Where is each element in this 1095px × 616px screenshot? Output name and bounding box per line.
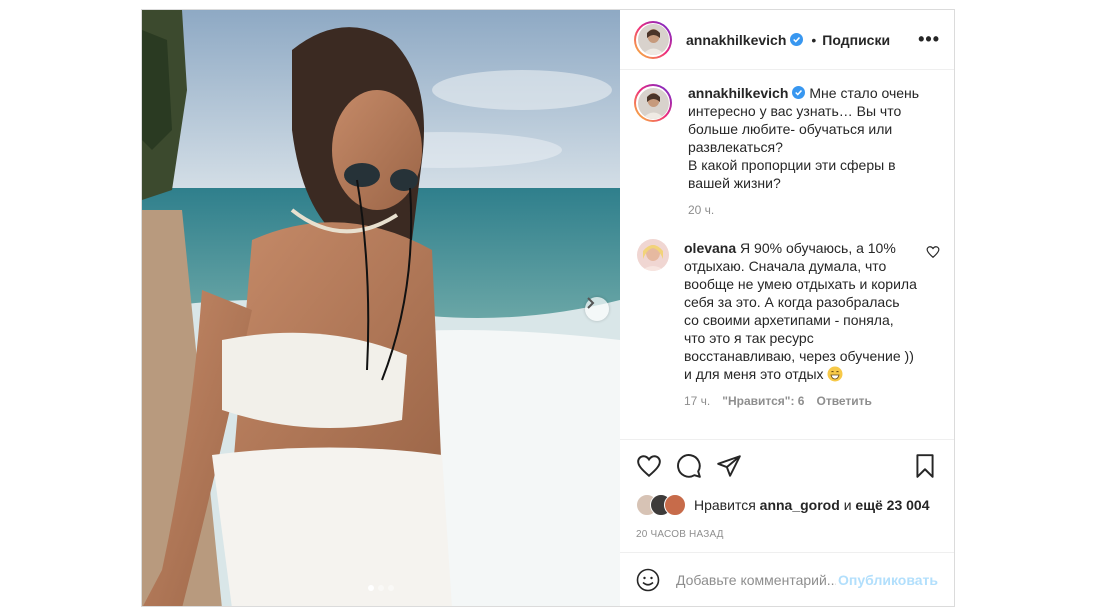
likes-count[interactable]: ещё 23 004 <box>855 497 929 513</box>
caption: annakhilkevich Мне стало очень интересно … <box>634 84 940 219</box>
liker-avatar <box>664 494 686 516</box>
emoji-picker-icon[interactable] <box>636 568 660 592</box>
comment-bubble-icon[interactable] <box>676 453 702 479</box>
comments-section: annakhilkevich Мне стало очень интересно … <box>620 70 954 439</box>
likes-middle: и <box>843 497 852 513</box>
avatar-image <box>637 239 669 271</box>
post-sidebar: annakhilkevich • Подписки ••• annakhilke… <box>620 10 954 606</box>
share-send-icon[interactable] <box>716 453 742 479</box>
commenter-avatar[interactable] <box>637 239 669 271</box>
comment-likes[interactable]: "Нравится": 6 <box>722 392 804 410</box>
publish-button[interactable]: Опубликовать <box>838 572 938 588</box>
author-username[interactable]: annakhilkevich <box>686 32 786 48</box>
author-avatar[interactable] <box>634 20 672 59</box>
more-options-icon[interactable]: ••• <box>918 29 940 50</box>
comment-time[interactable]: 17 ч. <box>684 392 710 410</box>
likes-prefix: Нравится <box>694 497 756 513</box>
comment-like-heart-icon[interactable] <box>926 245 940 259</box>
caption-username[interactable]: annakhilkevich <box>688 85 788 101</box>
chevron-right-icon <box>587 297 595 309</box>
caption-time[interactable]: 20 ч. <box>688 201 714 219</box>
carousel-dot <box>388 585 394 591</box>
verified-badge-icon <box>790 33 804 46</box>
verified-badge-icon <box>792 86 806 99</box>
carousel-next-button[interactable] <box>585 297 609 321</box>
post-header: annakhilkevich • Подписки ••• <box>620 10 954 70</box>
carousel-dots <box>142 585 620 591</box>
post-photo[interactable] <box>142 10 620 606</box>
carousel-dot <box>378 585 384 591</box>
header-separator: • <box>811 31 817 48</box>
like-heart-icon[interactable] <box>636 453 662 479</box>
avatar-image <box>637 87 669 119</box>
post-card: annakhilkevich • Подписки ••• annakhilke… <box>141 9 955 607</box>
commenter-username[interactable]: olevana <box>684 240 736 256</box>
following-button[interactable]: Подписки <box>822 32 890 48</box>
grinning-emoji-icon <box>827 366 843 382</box>
carousel-dot <box>368 585 374 591</box>
likes-user[interactable]: anna_gorod <box>760 497 840 513</box>
post-timestamp[interactable]: 20 ЧАСОВ НАЗАД <box>636 529 938 540</box>
liker-avatars[interactable] <box>636 494 690 516</box>
add-comment-bar: Опубликовать <box>620 552 954 606</box>
comment-text: Я 90% обучаюсь, а 10% отдыхаю. Сначала д… <box>684 240 917 382</box>
likes-summary: Нравится anna_gorod и ещё 23 004 <box>636 494 938 516</box>
beach-photo <box>142 10 620 606</box>
post-actions: Нравится anna_gorod и ещё 23 004 20 ЧАСО… <box>620 439 954 552</box>
reply-button[interactable]: Ответить <box>816 392 871 410</box>
comment-input[interactable] <box>674 570 839 589</box>
save-bookmark-icon[interactable] <box>912 453 938 479</box>
comment-item: olevana Я 90% обучаюсь, а 10% отдыхаю. С… <box>634 239 940 410</box>
caption-avatar[interactable] <box>634 84 672 122</box>
avatar-image <box>637 24 669 55</box>
